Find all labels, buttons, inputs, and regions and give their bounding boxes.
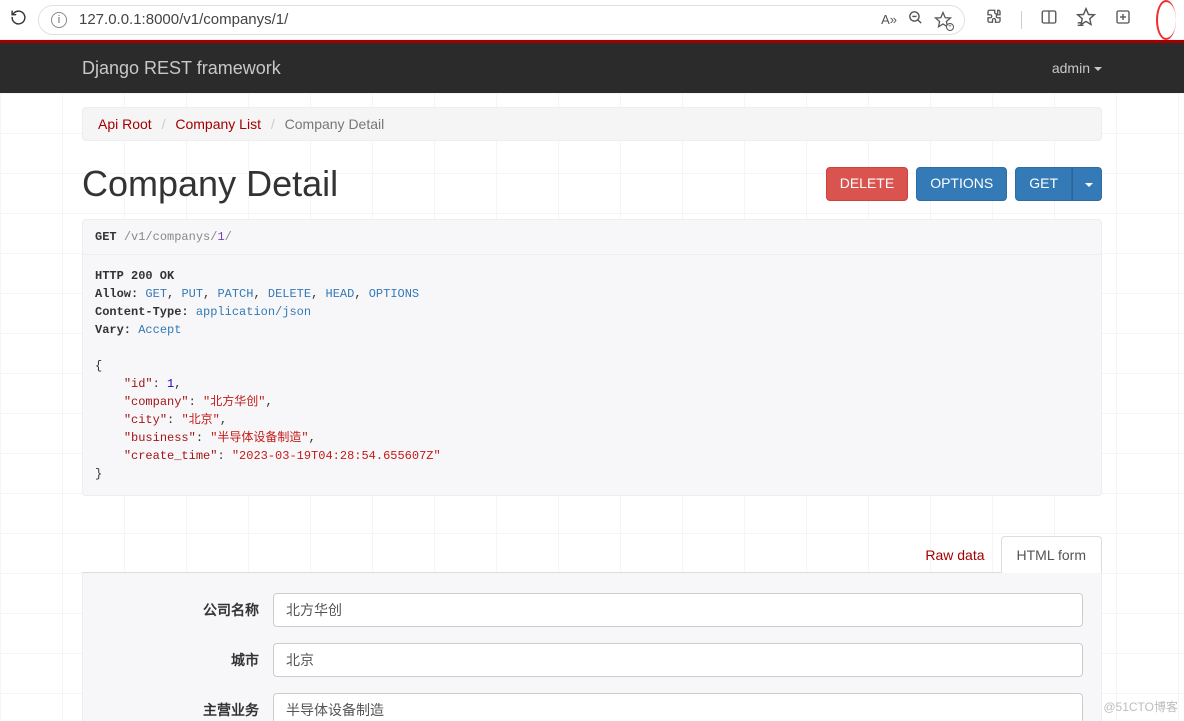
allow-label: Allow: xyxy=(95,287,138,301)
split-screen-icon[interactable] xyxy=(1040,8,1058,31)
info-icon[interactable]: i xyxy=(51,12,67,28)
record-indicator xyxy=(1156,0,1176,40)
user-name: admin xyxy=(1052,60,1090,76)
delete-button[interactable]: DELETE xyxy=(826,167,908,201)
content-type-label: Content-Type: xyxy=(95,305,189,319)
browser-toolbar: i 127.0.0.1:8000/v1/companys/1/ A» + xyxy=(0,0,1184,40)
label-company: 公司名称 xyxy=(101,600,273,620)
get-button[interactable]: GET xyxy=(1015,167,1072,201)
zoom-icon[interactable] xyxy=(907,9,924,31)
tab-raw-data[interactable]: Raw data xyxy=(909,536,1000,573)
vary-label: Vary: xyxy=(95,323,131,337)
input-city[interactable] xyxy=(273,643,1083,677)
collections-icon[interactable] xyxy=(1114,8,1132,31)
request-method: GET xyxy=(95,230,117,244)
label-city: 城市 xyxy=(101,650,273,670)
breadcrumb: Api Root / Company List / Company Detail xyxy=(82,107,1102,141)
label-business: 主营业务 xyxy=(101,700,273,720)
breadcrumb-list[interactable]: Company List xyxy=(175,116,261,132)
input-business[interactable] xyxy=(273,693,1083,721)
favorites-list-icon[interactable] xyxy=(1076,7,1096,32)
caret-down-icon xyxy=(1094,67,1102,71)
status-line: HTTP 200 OK xyxy=(95,269,174,283)
breadcrumb-sep: / xyxy=(156,116,172,132)
breadcrumb-root[interactable]: Api Root xyxy=(98,116,152,132)
html-form-panel: 公司名称 城市 主营业务 PUT xyxy=(82,573,1102,721)
request-path: /v1/companys/ xyxy=(124,230,218,244)
caret-down-icon xyxy=(1085,183,1093,187)
options-button[interactable]: OPTIONS xyxy=(916,167,1007,201)
reload-icon[interactable] xyxy=(8,9,28,31)
response-block: HTTP 200 OK Allow: GET, PUT, PATCH, DELE… xyxy=(82,255,1102,496)
request-line: GET /v1/companys/1/ xyxy=(82,219,1102,255)
read-aloud-icon[interactable]: A» xyxy=(881,12,897,27)
extension-icon[interactable] xyxy=(985,8,1003,31)
user-menu[interactable]: admin xyxy=(1052,60,1102,76)
separator xyxy=(1021,11,1022,29)
page-title: Company Detail xyxy=(82,163,338,205)
get-button-group: GET xyxy=(1015,167,1102,201)
address-bar[interactable]: i 127.0.0.1:8000/v1/companys/1/ A» + xyxy=(38,5,965,35)
navbar: Django REST framework admin xyxy=(0,43,1184,93)
get-dropdown-toggle[interactable] xyxy=(1072,167,1102,201)
tab-html-form[interactable]: HTML form xyxy=(1001,536,1102,573)
breadcrumb-current: Company Detail xyxy=(285,116,385,132)
input-company[interactable] xyxy=(273,593,1083,627)
breadcrumb-sep: / xyxy=(265,116,281,132)
url-text: 127.0.0.1:8000/v1/companys/1/ xyxy=(79,11,869,28)
request-segment: 1 xyxy=(217,230,224,244)
form-tabs: Raw data HTML form xyxy=(82,536,1102,573)
request-trailing: / xyxy=(225,230,232,244)
brand-link[interactable]: Django REST framework xyxy=(82,58,281,79)
watermark: @51CTO博客 xyxy=(1103,698,1178,715)
favorite-icon[interactable]: + xyxy=(934,11,952,29)
